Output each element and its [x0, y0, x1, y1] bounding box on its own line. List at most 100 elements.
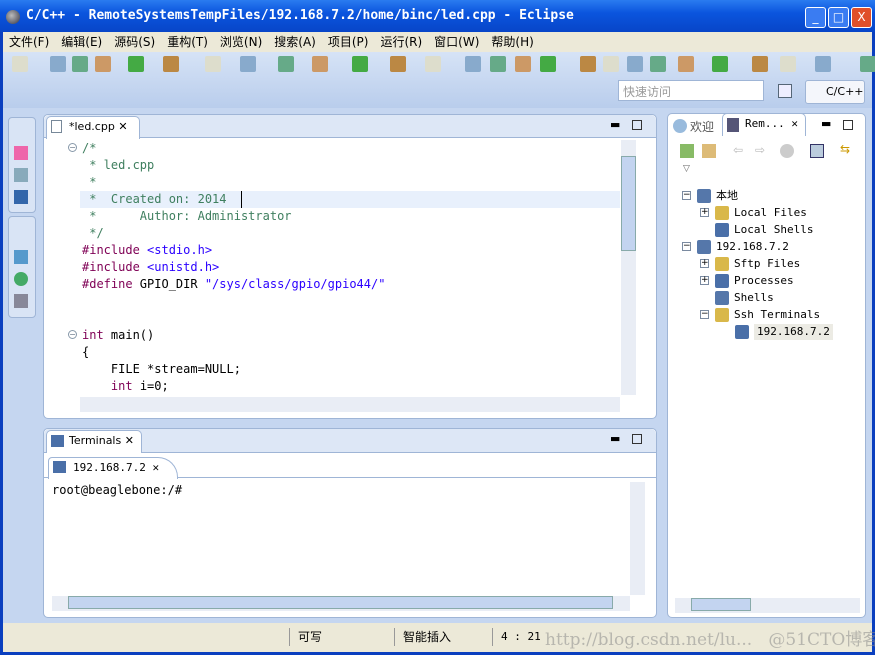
minimize-view-icon[interactable]: ▬: [821, 117, 831, 130]
fold-toggle-icon[interactable]: −: [68, 330, 77, 339]
toolbar-button-icon[interactable]: [780, 56, 796, 72]
toolbar-button-icon[interactable]: [603, 56, 619, 72]
toolbar-button-icon[interactable]: [278, 56, 294, 72]
up-icon[interactable]: [780, 144, 794, 158]
toolbar-button-icon[interactable]: [390, 56, 406, 72]
tree-expander-icon[interactable]: −: [700, 310, 709, 319]
tree-item[interactable]: 192.168.7.2: [754, 324, 833, 340]
toolbar-button-icon[interactable]: [752, 56, 768, 72]
debug-view-icon[interactable]: [14, 146, 28, 160]
toolbar-button-icon[interactable]: [163, 56, 179, 72]
menu-item[interactable]: 编辑(E): [55, 32, 108, 52]
toolbar-button-icon[interactable]: [352, 56, 368, 72]
tree-node-icon: [715, 206, 729, 220]
tree-item[interactable]: Shells: [734, 290, 774, 306]
terminal-horizontal-scrollbar[interactable]: [52, 596, 630, 611]
toolbar-button-icon[interactable]: [95, 56, 111, 72]
code-line: #include <unistd.h>: [82, 260, 220, 274]
refresh-icon[interactable]: [702, 144, 716, 158]
tree-item[interactable]: 192.168.7.2: [716, 239, 789, 255]
tree-expander-icon[interactable]: +: [700, 259, 709, 268]
toolbar-button-icon[interactable]: [627, 56, 643, 72]
maximize-button[interactable]: □: [828, 7, 849, 28]
minimize-view-icon[interactable]: ▬: [610, 118, 620, 131]
maximize-view-icon[interactable]: [632, 434, 642, 444]
outline-icon[interactable]: [14, 250, 28, 264]
remote-systems-icon: [727, 118, 739, 132]
toolbar-button-icon[interactable]: [490, 56, 506, 72]
tree-expander-icon[interactable]: −: [682, 242, 691, 251]
toolbar-button-icon[interactable]: [540, 56, 556, 72]
menu-item[interactable]: 运行(R): [374, 32, 428, 52]
toolbar-button-icon[interactable]: [860, 56, 875, 72]
fold-toggle-icon[interactable]: −: [68, 143, 77, 152]
toolbar-button-icon[interactable]: [72, 56, 88, 72]
tree-node-icon: [697, 189, 711, 203]
tree-expander-icon[interactable]: +: [700, 276, 709, 285]
code-line: */: [82, 226, 104, 240]
toolbar-button-icon[interactable]: [815, 56, 831, 72]
tree-item[interactable]: Ssh Terminals: [734, 307, 820, 323]
tree-expander-icon[interactable]: +: [700, 208, 709, 217]
new-connection-icon[interactable]: [680, 144, 694, 158]
tree-horizontal-scrollbar[interactable]: [675, 598, 860, 613]
minimize-button[interactable]: _: [805, 7, 826, 28]
toolbar-button-icon[interactable]: [312, 56, 328, 72]
quick-access-input[interactable]: 快速访问: [618, 80, 764, 101]
tree-item[interactable]: Local Files: [734, 205, 807, 221]
menu-item[interactable]: 文件(F): [3, 32, 55, 52]
menu-item[interactable]: 项目(P): [322, 32, 375, 52]
target-icon[interactable]: [14, 272, 28, 286]
editor-horizontal-scrollbar[interactable]: [80, 397, 620, 412]
tasks-icon[interactable]: [14, 168, 28, 182]
menu-item[interactable]: 源码(S): [108, 32, 161, 52]
forward-icon[interactable]: ⇨: [755, 143, 765, 157]
close-button[interactable]: X: [851, 7, 872, 28]
close-tab-icon[interactable]: ✕: [152, 461, 159, 474]
menu-item[interactable]: 重构(T): [161, 32, 214, 52]
menu-item[interactable]: 浏览(N): [214, 32, 268, 52]
open-perspective-icon[interactable]: [778, 84, 792, 98]
toolbar-button-icon[interactable]: [128, 56, 144, 72]
minimize-view-icon[interactable]: ▬: [610, 432, 620, 445]
code-line: #define GPIO_DIR "/sys/class/gpio/gpio44…: [82, 277, 386, 291]
tree-expander-icon[interactable]: −: [682, 191, 691, 200]
close-tab-icon[interactable]: ✕: [118, 120, 127, 133]
toolbar-button-icon[interactable]: [712, 56, 728, 72]
back-icon[interactable]: ⇦: [733, 143, 743, 157]
toolbar-button-icon[interactable]: [580, 56, 596, 72]
menu-item[interactable]: 帮助(H): [485, 32, 539, 52]
close-tab-icon[interactable]: ✕: [125, 434, 134, 447]
menu-item[interactable]: 窗口(W): [428, 32, 485, 52]
title-bar: C/C++ - RemoteSystemsTempFiles/192.168.7…: [0, 0, 875, 32]
properties-icon[interactable]: [14, 294, 28, 308]
tree-item[interactable]: Processes: [734, 273, 794, 289]
toolbar-button-icon[interactable]: [425, 56, 441, 72]
toolbar-button-icon[interactable]: [515, 56, 531, 72]
tree-item[interactable]: Sftp Files: [734, 256, 800, 272]
collapse-all-icon[interactable]: [810, 144, 824, 158]
remote-tab-label: Rem...: [745, 117, 785, 130]
menu-item[interactable]: 搜索(A): [268, 32, 322, 52]
terminal-vertical-scrollbar[interactable]: [630, 482, 645, 595]
toolbar-button-icon[interactable]: [240, 56, 256, 72]
terminal-output[interactable]: root@beaglebone:/#: [52, 483, 182, 497]
link-with-editor-icon[interactable]: ⇆: [840, 142, 850, 156]
maximize-view-icon[interactable]: [843, 120, 853, 130]
toolbar-button-icon[interactable]: [678, 56, 694, 72]
perspective-cc-button[interactable]: C/C++: [805, 80, 865, 104]
toolbar-button-icon[interactable]: [50, 56, 66, 72]
tree-node-icon: [735, 325, 749, 339]
view-menu-icon[interactable]: ▽: [683, 164, 690, 174]
editor-vertical-scrollbar[interactable]: [621, 140, 636, 395]
maximize-view-icon[interactable]: [632, 120, 642, 130]
toolbar-button-icon[interactable]: [12, 56, 28, 72]
toolbar-button-icon[interactable]: [205, 56, 221, 72]
toolbar-button-icon[interactable]: [465, 56, 481, 72]
toolbar-button-icon[interactable]: [650, 56, 666, 72]
close-tab-icon[interactable]: ✕: [791, 117, 798, 130]
console-icon[interactable]: [14, 190, 28, 204]
session-tab[interactable]: 192.168.7.2 ✕: [48, 457, 178, 479]
tree-item[interactable]: Local Shells: [734, 222, 813, 238]
tree-item[interactable]: 本地: [716, 188, 738, 204]
